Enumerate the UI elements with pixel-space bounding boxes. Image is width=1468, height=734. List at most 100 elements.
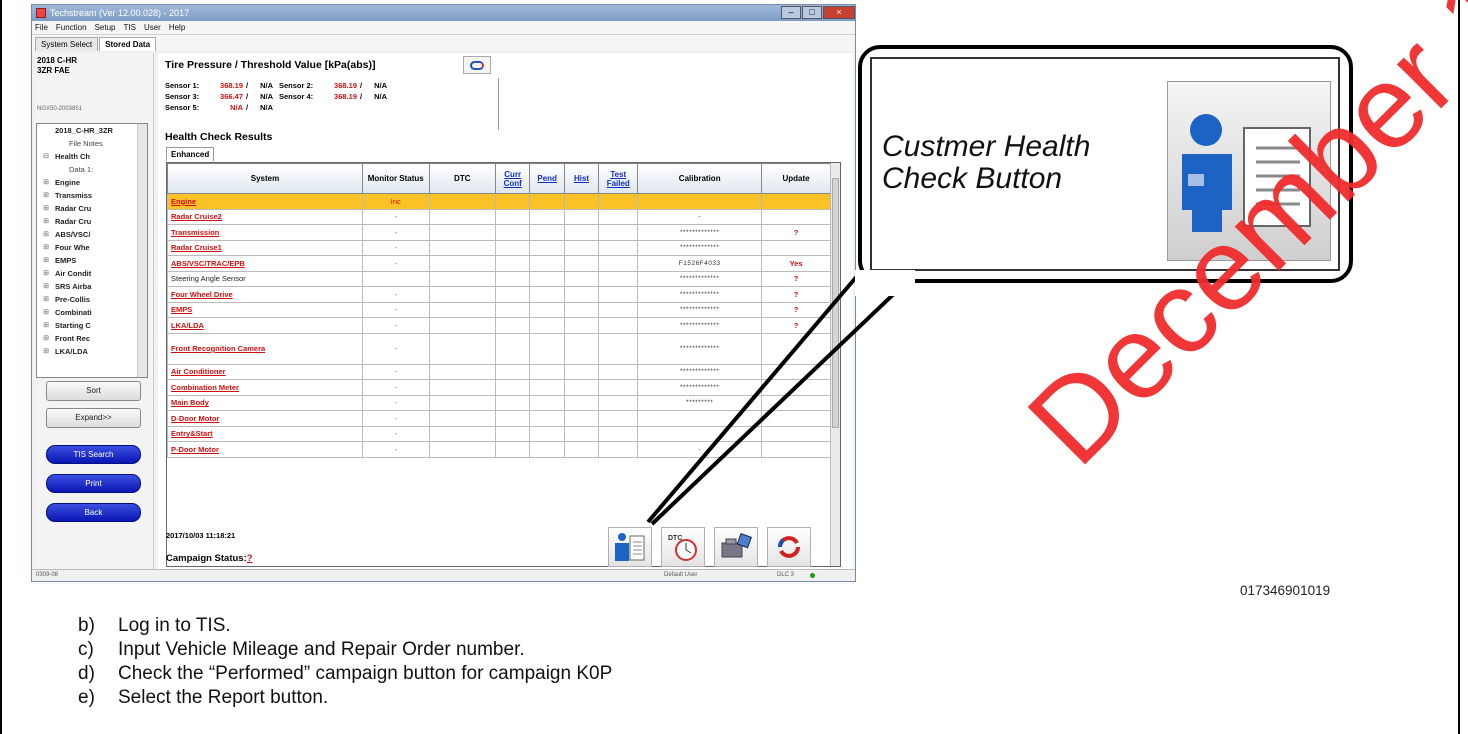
cell-dtc bbox=[428, 193, 497, 210]
tree-expander-icon[interactable]: ⊞ bbox=[37, 280, 55, 293]
data-tree[interactable]: 2018_C-HR_3ZR File Notes ⊟ Health Ch Data 1… bbox=[36, 123, 148, 378]
cell-system[interactable]: Entry&Start bbox=[167, 425, 363, 442]
tree-item[interactable]: ⊞ Combinati bbox=[37, 306, 147, 319]
cell-system[interactable]: ABS/VSC/TRAC/EPB bbox=[167, 255, 363, 272]
tree-root-label: 2018_C-HR_3ZR bbox=[55, 126, 113, 135]
tree-expander-icon[interactable]: ⊞ bbox=[37, 293, 55, 306]
cell-system[interactable]: Engine bbox=[167, 193, 363, 210]
cell-system[interactable]: LKA/LDA bbox=[167, 317, 363, 334]
print-button[interactable]: Print bbox=[46, 474, 141, 493]
tree-item[interactable]: ⊞ Engine bbox=[37, 176, 147, 189]
cell-dtc bbox=[428, 425, 497, 442]
tree-item[interactable]: ⊞ Transmiss bbox=[37, 189, 147, 202]
tree-expander-icon[interactable]: ⊞ bbox=[37, 254, 55, 267]
status-dlc: DLC 3 bbox=[777, 572, 795, 578]
tree-expander-icon[interactable]: ⊞ bbox=[37, 241, 55, 254]
tree-item[interactable]: ⊞ SRS Airba bbox=[37, 280, 147, 293]
vehicle-info: 2018 C-HR 3ZR FAE bbox=[34, 53, 153, 105]
cell-system[interactable]: P-Door Motor bbox=[167, 441, 363, 458]
tree-item[interactable]: Data 1: bbox=[37, 163, 147, 176]
tree-item[interactable]: ⊞ Four Whe bbox=[37, 241, 147, 254]
cell-system[interactable]: Radar Cruise1 bbox=[167, 239, 363, 256]
col-monitor-status[interactable]: Monitor Status bbox=[362, 163, 430, 194]
cell-system[interactable]: Air Conditioner bbox=[167, 363, 363, 380]
tab-stored-data[interactable]: Stored Data bbox=[99, 37, 157, 51]
tree-item[interactable]: ⊟ Health Ch bbox=[37, 150, 147, 163]
tree-item[interactable]: ⊞ Air Condit bbox=[37, 267, 147, 280]
cell-system[interactable]: Radar Cruise2 bbox=[167, 208, 363, 225]
menu-file[interactable]: File bbox=[35, 23, 48, 32]
campaign-status-value[interactable]: ? bbox=[247, 553, 253, 564]
tree-item[interactable]: ⊞ ABS/VSC/ bbox=[37, 228, 147, 241]
cell-system[interactable]: Four Wheel Drive bbox=[167, 286, 363, 303]
menu-help[interactable]: Help bbox=[169, 23, 185, 32]
tree-expander-icon[interactable] bbox=[37, 163, 55, 176]
tis-search-button[interactable]: TIS Search bbox=[46, 445, 141, 464]
col-system[interactable]: System bbox=[167, 163, 363, 194]
maximize-button[interactable]: □ bbox=[802, 6, 822, 19]
cell-system[interactable]: Front Recognition Camera bbox=[167, 332, 363, 365]
expand-button[interactable]: Expand>> bbox=[46, 408, 141, 428]
tree-expander-icon[interactable]: ⊞ bbox=[37, 189, 55, 202]
cell-system[interactable]: D-Door Motor bbox=[167, 410, 363, 427]
tree-item[interactable]: ⊞ Front Rec bbox=[37, 332, 147, 345]
cell-hist bbox=[563, 379, 600, 396]
step-letter: b) bbox=[78, 615, 95, 636]
cell-system[interactable]: Main Body bbox=[167, 394, 363, 411]
tree-scrollbar[interactable] bbox=[137, 124, 147, 377]
cell-curr-conf bbox=[495, 286, 531, 303]
cell-system[interactable]: Steering Angle Sensor bbox=[167, 270, 363, 287]
tree-expander-icon[interactable]: ⊞ bbox=[37, 267, 55, 280]
menu-user[interactable]: User bbox=[144, 23, 161, 32]
cell-pend bbox=[529, 208, 565, 225]
tree-item[interactable]: ⊞ Starting C bbox=[37, 319, 147, 332]
instruction-steps: b) Log in to TIS. c) Input Vehicle Mileage… bbox=[78, 614, 612, 710]
tree-item[interactable]: File Notes bbox=[37, 137, 147, 150]
close-button[interactable]: × bbox=[823, 6, 855, 19]
tree-expander-icon[interactable]: ⊞ bbox=[37, 215, 55, 228]
status-bar: 0309-08 Default User DLC 3 bbox=[32, 569, 855, 581]
tab-enhanced[interactable]: Enhanced bbox=[166, 147, 215, 161]
cell-system[interactable]: Transmission bbox=[167, 224, 363, 241]
tree-expander-icon[interactable] bbox=[37, 137, 55, 150]
campaign-status: Campaign Status:? bbox=[166, 553, 253, 564]
tree-expander-icon[interactable]: ⊞ bbox=[37, 202, 55, 215]
tree-expander-icon[interactable]: ⊟ bbox=[37, 150, 55, 163]
tab-system-select[interactable]: System Select bbox=[35, 37, 99, 51]
tree-item-label: Air Condit bbox=[55, 269, 92, 278]
callout-line-2: Check Button bbox=[882, 162, 1063, 195]
tree-expander-icon[interactable]: ⊞ bbox=[37, 332, 55, 345]
cell-dtc bbox=[428, 379, 497, 396]
tree-item-label: Transmiss bbox=[55, 191, 93, 200]
tree-item[interactable]: ⊞ Radar Cru bbox=[37, 202, 147, 215]
tree-item[interactable]: ⊞ EMPS bbox=[37, 254, 147, 267]
tree-item[interactable]: ⊞ Radar Cru bbox=[37, 215, 147, 228]
col-dtc[interactable]: DTC bbox=[428, 163, 497, 194]
col-pend[interactable]: Pend bbox=[529, 163, 565, 194]
tree-root-spacer bbox=[37, 124, 55, 137]
menu-function[interactable]: Function bbox=[56, 23, 87, 32]
cell-pend bbox=[529, 410, 565, 427]
tree-expander-icon[interactable]: ⊞ bbox=[37, 319, 55, 332]
tree-expander-icon[interactable]: ⊞ bbox=[37, 345, 55, 358]
tire-pressure-refresh-button[interactable] bbox=[463, 56, 491, 74]
col-hist[interactable]: Hist bbox=[563, 163, 600, 194]
sort-button[interactable]: Sort bbox=[46, 381, 141, 401]
tree-item-label: SRS Airba bbox=[55, 282, 92, 291]
cell-system[interactable]: Combination Meter bbox=[167, 379, 363, 396]
tree-item[interactable]: ⊞ Pre-Collis bbox=[37, 293, 147, 306]
title-bar: Techstream (Ver 12.00.028) - 2017 – □ × bbox=[32, 5, 855, 21]
menu-tis[interactable]: TIS bbox=[123, 23, 135, 32]
cell-pend bbox=[529, 332, 565, 365]
cell-dtc bbox=[428, 332, 497, 365]
col-curr-conf[interactable]: Curr Conf bbox=[495, 163, 531, 194]
tree-expander-icon[interactable]: ⊞ bbox=[37, 176, 55, 189]
menu-setup[interactable]: Setup bbox=[95, 23, 116, 32]
tree-root[interactable]: 2018_C-HR_3ZR bbox=[37, 124, 147, 137]
minimize-button[interactable]: – bbox=[781, 6, 801, 19]
back-button[interactable]: Back bbox=[46, 503, 141, 522]
cell-system[interactable]: EMPS bbox=[167, 301, 363, 318]
tree-expander-icon[interactable]: ⊞ bbox=[37, 228, 55, 241]
tree-item[interactable]: ⊞ LKA/LDA bbox=[37, 345, 147, 358]
tree-expander-icon[interactable]: ⊞ bbox=[37, 306, 55, 319]
